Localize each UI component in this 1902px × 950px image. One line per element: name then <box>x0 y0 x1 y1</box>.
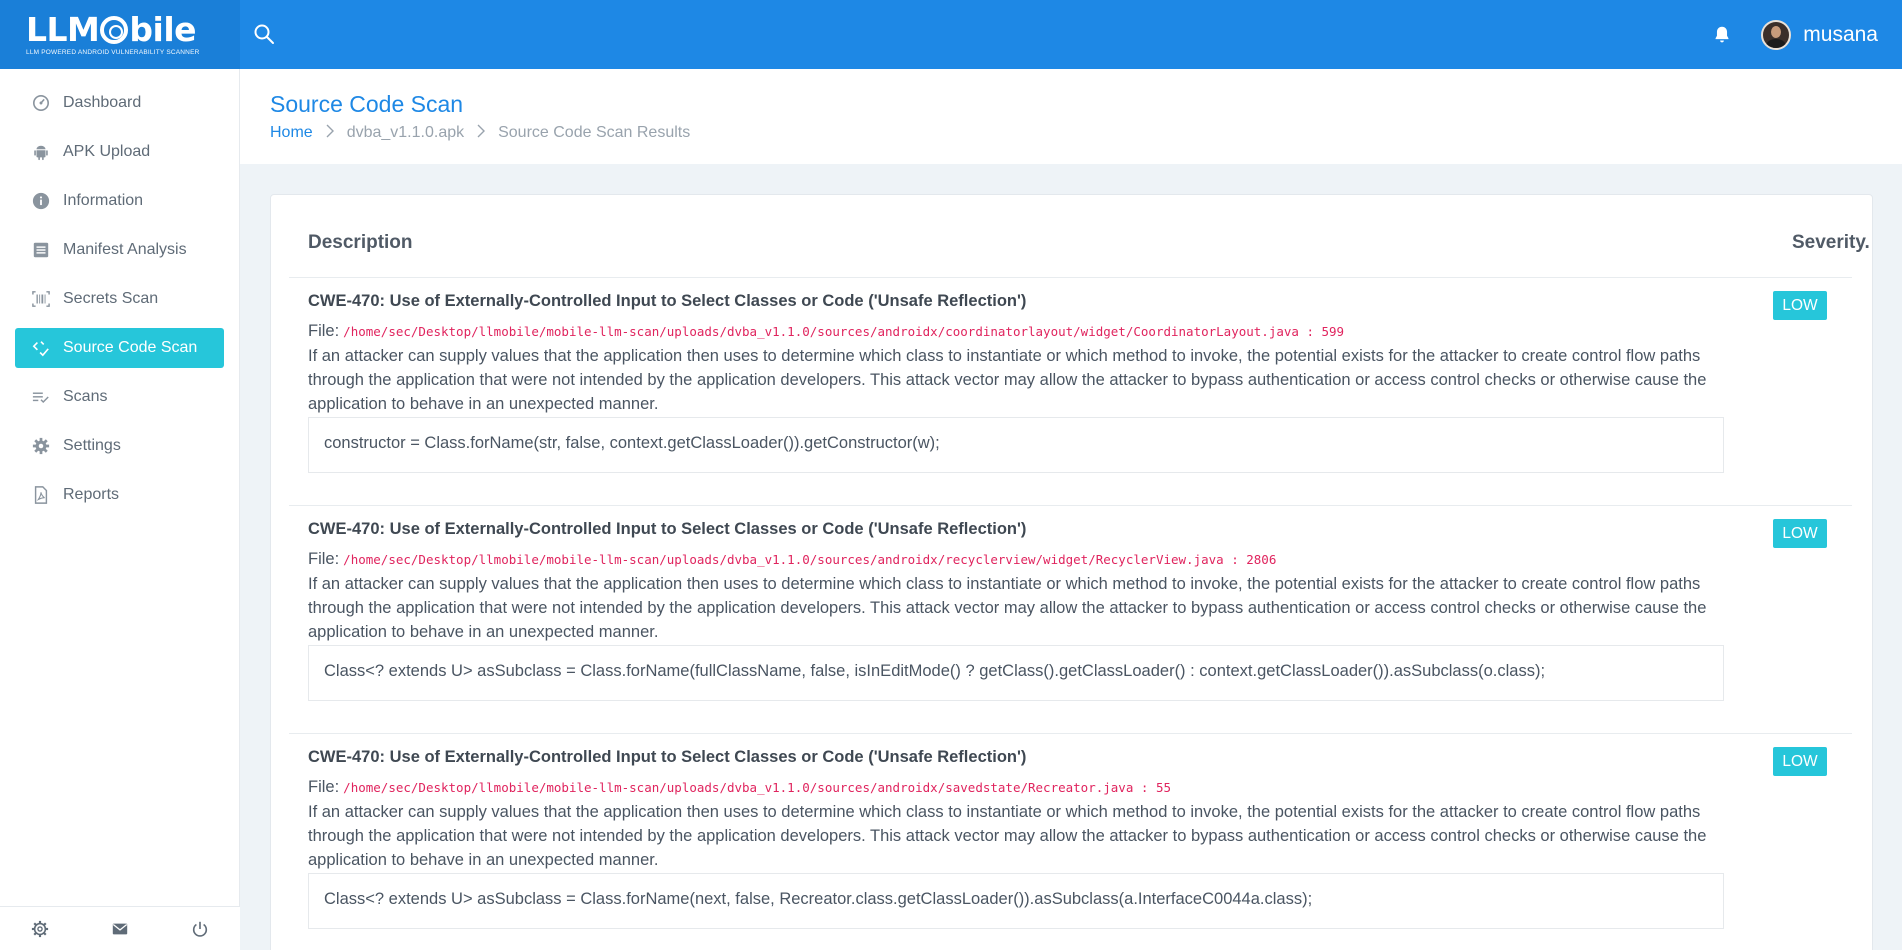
chevron-right-icon <box>476 124 486 142</box>
sidebar-item-label: Reports <box>63 486 120 503</box>
file-path: /home/sec/Desktop/llmobile/mobile-llm-sc… <box>343 780 1171 795</box>
sidebar-item-label: APK Upload <box>63 143 151 160</box>
brand-tagline: LLM POWERED ANDROID VULNERABILITY SCANNE… <box>26 48 200 56</box>
sidebar-item-source-code-scan[interactable]: Source Code Scan <box>15 328 224 368</box>
sidebar-footer <box>0 906 240 950</box>
results-card: Description Severity. CWE-470: Use of Ex… <box>270 194 1873 950</box>
search-icon[interactable] <box>252 22 276 46</box>
sidebar-item-information[interactable]: Information <box>15 181 224 221</box>
sidebar-item-label: Secrets Scan <box>63 290 159 307</box>
issue-title: CWE-470: Use of Externally-Controlled In… <box>308 520 1027 538</box>
file-line: File:/home/sec/Desktop/llmobile/mobile-l… <box>308 322 1344 341</box>
table-row: CWE-470: Use of Externally-Controlled In… <box>289 733 1852 950</box>
file-line: File:/home/sec/Desktop/llmobile/mobile-l… <box>308 550 1276 569</box>
file-label: File: <box>308 550 340 568</box>
code-snippet: Class<? extends U> asSubclass = Class.fo… <box>308 645 1724 701</box>
pdf-icon <box>31 485 51 505</box>
sidebar-item-label: Manifest Analysis <box>63 241 187 258</box>
gear-icon <box>31 436 51 456</box>
file-path: /home/sec/Desktop/llmobile/mobile-llm-sc… <box>343 552 1277 567</box>
sidebar: Dashboard APK Upload Information Manifes… <box>0 69 240 950</box>
sidebar-item-label: Source Code Scan <box>63 339 198 356</box>
file-label: File: <box>308 778 340 796</box>
sidebar-item-manifest-analysis[interactable]: Manifest Analysis <box>15 230 224 270</box>
sidebar-nav: Dashboard APK Upload Information Manifes… <box>0 69 239 515</box>
severity-badge: LOW <box>1773 291 1827 320</box>
page-header: Source Code Scan Home dvba_v1.1.0.apk So… <box>240 69 1902 164</box>
table-row: CWE-470: Use of Externally-Controlled In… <box>289 277 1852 505</box>
avatar[interactable] <box>1761 19 1792 50</box>
sidebar-item-scans[interactable]: Scans <box>15 377 224 417</box>
android-icon <box>31 142 51 162</box>
dashboard-icon <box>31 93 51 113</box>
column-header-severity: Severity. <box>1792 232 1870 253</box>
sidebar-item-label: Information <box>63 192 144 209</box>
bell-icon[interactable] <box>1711 24 1733 46</box>
barcode-icon <box>31 289 51 309</box>
power-icon[interactable] <box>190 919 210 939</box>
code-snippet: constructor = Class.forName(str, false, … <box>308 417 1724 473</box>
issue-description: If an attacker can supply values that th… <box>308 347 1707 413</box>
file-path: /home/sec/Desktop/llmobile/mobile-llm-sc… <box>343 324 1345 339</box>
sidebar-item-reports[interactable]: Reports <box>15 475 224 515</box>
file-label: File: <box>308 322 340 340</box>
column-header-description: Description <box>308 232 413 253</box>
mail-icon[interactable] <box>110 919 130 939</box>
info-icon <box>31 191 51 211</box>
code-snippet: Class<? extends U> asSubclass = Class.fo… <box>308 873 1724 929</box>
top-navbar: LLM bile LLM POWERED ANDROID VULNERABILIT… <box>0 0 1902 69</box>
list-icon <box>31 240 51 260</box>
breadcrumb-apk-link[interactable]: dvba_v1.1.0.apk <box>347 124 464 142</box>
brand-logo[interactable]: LLM bile LLM POWERED ANDROID VULNERABILIT… <box>0 0 240 69</box>
sidebar-item-label: Scans <box>63 388 108 405</box>
sidebar-item-apk-upload[interactable]: APK Upload <box>15 132 224 172</box>
sidebar-item-label: Dashboard <box>63 94 142 111</box>
issue-title: CWE-470: Use of Externally-Controlled In… <box>308 292 1027 310</box>
brand-name: LLM bile <box>26 9 197 49</box>
sidebar-item-label: Settings <box>63 437 121 454</box>
logo-o-icon <box>100 15 129 44</box>
breadcrumb: Home dvba_v1.1.0.apk Source Code Scan Re… <box>270 124 1902 142</box>
issue-description: If an attacker can supply values that th… <box>308 803 1707 869</box>
user-menu: musana <box>1711 0 1878 69</box>
chevron-right-icon <box>325 124 335 142</box>
severity-badge: LOW <box>1773 747 1827 776</box>
list-check-icon <box>31 387 51 407</box>
severity-badge: LOW <box>1773 519 1827 548</box>
gear-icon[interactable] <box>30 919 50 939</box>
sidebar-item-dashboard[interactable]: Dashboard <box>15 83 224 123</box>
code-check-icon <box>31 338 51 358</box>
table-header: Description Severity. <box>308 232 1870 272</box>
sidebar-item-secrets-scan[interactable]: Secrets Scan <box>15 279 224 319</box>
table-row: CWE-470: Use of Externally-Controlled In… <box>289 505 1852 733</box>
issue-title: CWE-470: Use of Externally-Controlled In… <box>308 748 1027 766</box>
username[interactable]: musana <box>1803 23 1878 47</box>
issue-description: If an attacker can supply values that th… <box>308 575 1707 641</box>
breadcrumb-current: Source Code Scan Results <box>498 124 691 141</box>
page-title: Source Code Scan <box>270 91 464 117</box>
breadcrumb-home-link[interactable]: Home <box>270 124 313 142</box>
file-line: File:/home/sec/Desktop/llmobile/mobile-l… <box>308 778 1171 797</box>
sidebar-item-settings[interactable]: Settings <box>15 426 224 466</box>
